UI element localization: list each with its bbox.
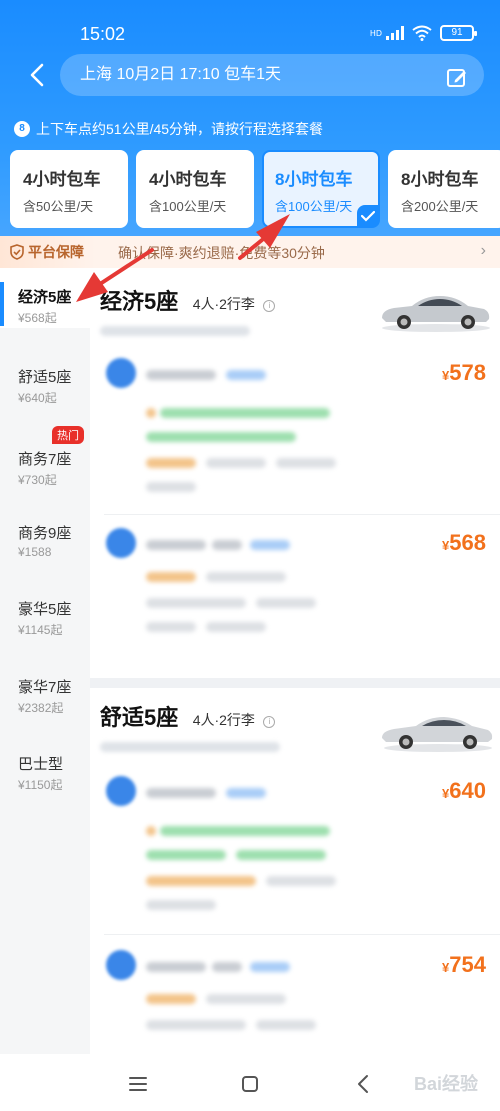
sidebar-item-label: 舒适5座 bbox=[18, 369, 72, 386]
edit-icon bbox=[447, 69, 466, 87]
back-nav-icon[interactable] bbox=[350, 1070, 378, 1098]
guarantee-badge: 平台保障 bbox=[0, 236, 96, 268]
offer-price: ¥754 bbox=[442, 952, 486, 977]
trip-search-bar[interactable]: 上海 10月2日 17:10 包车1天 bbox=[60, 54, 484, 96]
distance-hint: 8 上下车点约51公里/45分钟，请按行程选择套餐 bbox=[14, 119, 323, 139]
sidebar-item-price: ¥568起 bbox=[18, 311, 57, 325]
sidebar-item-label: 经济5座 bbox=[18, 289, 72, 306]
platform-guarantee-banner[interactable]: 平台保障 确认保障·爽约退赔·免费等30分钟 › bbox=[0, 236, 500, 268]
provider-logo bbox=[106, 776, 136, 806]
sidebar-item-luxury-5[interactable]: 豪华5座 ¥1145起 bbox=[0, 580, 90, 640]
distance-hint-text: 上下车点约51公里/45分钟，请按行程选择套餐 bbox=[36, 121, 324, 137]
info-icon[interactable]: i bbox=[263, 716, 276, 728]
sedan-car-image bbox=[382, 296, 490, 332]
status-time: 15:02 bbox=[80, 24, 126, 44]
section-divider bbox=[90, 678, 500, 688]
offer-list: 经济5座 4人·2行李 i ¥578 ¥568 舒适5座 4人·2行李 i ¥6… bbox=[90, 268, 500, 1054]
sidebar-item-label: 豪华7座 bbox=[18, 679, 72, 696]
offer-card[interactable]: ¥640 bbox=[90, 764, 500, 932]
wifi-icon bbox=[412, 25, 432, 41]
sidebar-item-price: ¥730起 bbox=[18, 473, 57, 487]
sidebar-item-price: ¥640起 bbox=[18, 391, 57, 405]
guarantee-badge-label: 平台保障 bbox=[28, 244, 84, 260]
offer-price: ¥578 bbox=[442, 360, 486, 385]
package-title: 8小时包车 bbox=[401, 170, 479, 189]
sidebar-item-luxury-7[interactable]: 豪华7座 ¥2382起 bbox=[0, 658, 90, 718]
sidebar-item-label: 豪华5座 bbox=[18, 601, 72, 618]
provider-logo bbox=[106, 358, 136, 388]
sidebar-item-business-9[interactable]: 商务9座 ¥1588 bbox=[0, 504, 90, 564]
section-capacity: 4人·2行李 bbox=[192, 296, 255, 312]
back-button[interactable] bbox=[22, 60, 52, 90]
guarantee-text: 确认保障·爽约退赔·免费等30分钟 bbox=[118, 245, 325, 261]
sidebar-item-price: ¥1588 bbox=[18, 545, 52, 559]
chevron-right-icon: › bbox=[480, 242, 486, 259]
sidebar-item-label: 商务9座 bbox=[18, 525, 72, 542]
edit-button[interactable] bbox=[446, 64, 468, 87]
offer-card[interactable]: ¥578 bbox=[90, 346, 500, 514]
watermark: Bai经验 bbox=[413, 1074, 478, 1094]
offer-card[interactable]: ¥568 bbox=[90, 516, 500, 676]
offer-price: ¥568 bbox=[442, 530, 486, 555]
shield-icon bbox=[10, 244, 24, 260]
package-card-4h-100km[interactable]: 4小时包车 含100公里/天 bbox=[136, 150, 254, 228]
sidebar-item-economy-5[interactable]: 经济5座 ¥568起 bbox=[0, 268, 90, 328]
trip-summary-text: 上海 10月2日 17:10 包车1天 bbox=[80, 66, 281, 83]
selected-check-icon bbox=[357, 205, 379, 227]
car-type-sidebar: 经济5座 ¥568起 舒适5座 ¥640起 热门 商务7座 ¥730起 商务9座… bbox=[0, 268, 90, 1054]
status-bar: 15:02 HD 91 bbox=[0, 0, 500, 60]
sidebar-item-price: ¥1150起 bbox=[18, 778, 63, 792]
battery-level: 91 bbox=[451, 27, 463, 38]
section-desc-blurred bbox=[100, 326, 250, 336]
package-card-8h-200km[interactable]: 8小时包车 含200公里/天 bbox=[388, 150, 500, 228]
package-title: 8小时包车 bbox=[275, 170, 353, 189]
sedan-car-image bbox=[382, 717, 493, 752]
package-card-8h-100km[interactable]: 8小时包车 含100公里/天 bbox=[262, 150, 380, 228]
provider-logo bbox=[106, 528, 136, 558]
hot-badge: 热门 bbox=[52, 426, 84, 444]
menu-icon[interactable] bbox=[124, 1070, 152, 1098]
info-icon[interactable]: i bbox=[263, 300, 276, 312]
package-subtitle: 含200公里/天 bbox=[401, 199, 479, 214]
provider-logo bbox=[106, 950, 136, 980]
section-title: 舒适5座 bbox=[100, 705, 179, 730]
package-card-4h-50km[interactable]: 4小时包车 含50公里/天 bbox=[10, 150, 128, 228]
section-title: 经济5座 bbox=[100, 289, 179, 314]
package-subtitle: 含100公里/天 bbox=[149, 199, 227, 214]
offer-divider bbox=[104, 514, 500, 515]
hd-label: HD bbox=[369, 28, 382, 38]
section-desc-blurred bbox=[100, 742, 280, 752]
section-capacity: 4人·2行李 bbox=[192, 712, 255, 728]
sidebar-item-label: 商务7座 bbox=[18, 451, 72, 468]
package-subtitle: 含50公里/天 bbox=[23, 199, 94, 214]
package-title: 4小时包车 bbox=[149, 170, 227, 189]
section-header-comfort: 舒适5座 4人·2行李 i bbox=[100, 700, 280, 752]
sidebar-item-label: 巴士型 bbox=[18, 756, 64, 773]
offer-price: ¥640 bbox=[442, 778, 486, 803]
route-icon: 8 bbox=[14, 121, 30, 137]
sidebar-item-bus[interactable]: 巴士型 ¥1150起 bbox=[0, 735, 90, 795]
sidebar-item-business-7[interactable]: 热门 商务7座 ¥730起 bbox=[0, 426, 90, 490]
sidebar-item-price: ¥1145起 bbox=[18, 623, 63, 637]
battery-icon: 91 bbox=[440, 25, 477, 41]
sidebar-item-price: ¥2382起 bbox=[18, 701, 64, 715]
sidebar-item-comfort-5[interactable]: 舒适5座 ¥640起 bbox=[0, 348, 90, 408]
offer-card[interactable]: ¥754 bbox=[90, 938, 500, 1054]
signal-icon bbox=[386, 26, 404, 40]
status-icons: HD 91 bbox=[369, 25, 477, 41]
section-header-economy: 经济5座 4人·2行李 i bbox=[100, 284, 276, 336]
home-icon[interactable] bbox=[236, 1070, 264, 1098]
offer-divider bbox=[104, 934, 500, 935]
package-title: 4小时包车 bbox=[23, 170, 101, 189]
chevron-left-icon bbox=[30, 63, 44, 87]
